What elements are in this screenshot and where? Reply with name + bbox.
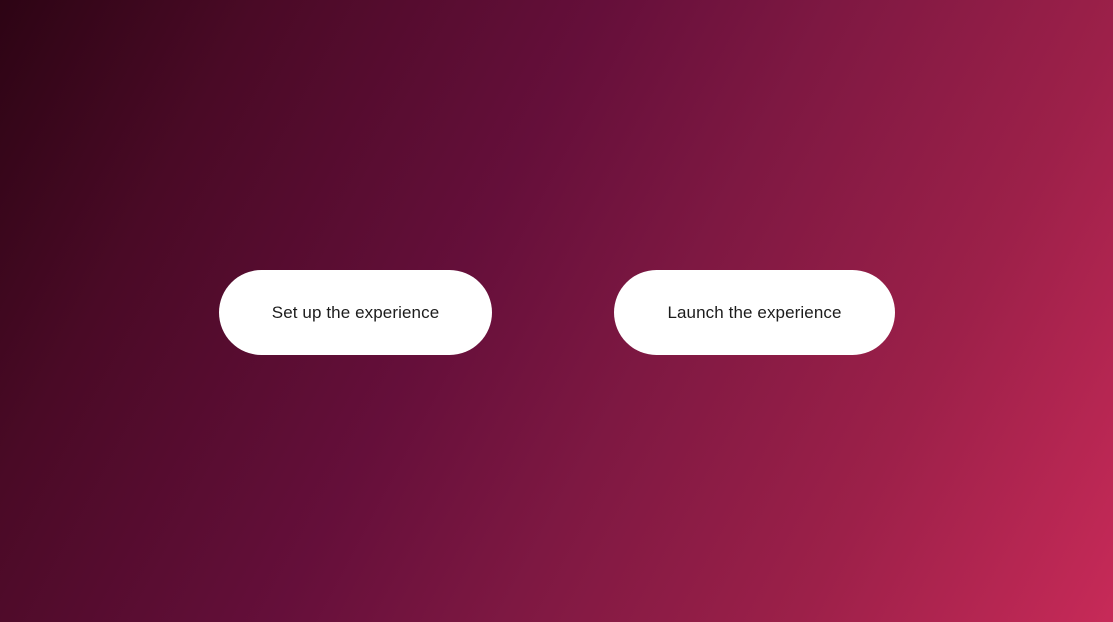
landing-screen: Set up the experience Launch the experie… — [0, 0, 1113, 622]
launch-experience-label: Launch the experience — [667, 302, 842, 322]
setup-experience-label: Set up the experience — [271, 302, 440, 322]
setup-experience-button[interactable]: Set up the experience — [219, 270, 492, 355]
launch-experience-button[interactable]: Launch the experience — [614, 270, 895, 355]
